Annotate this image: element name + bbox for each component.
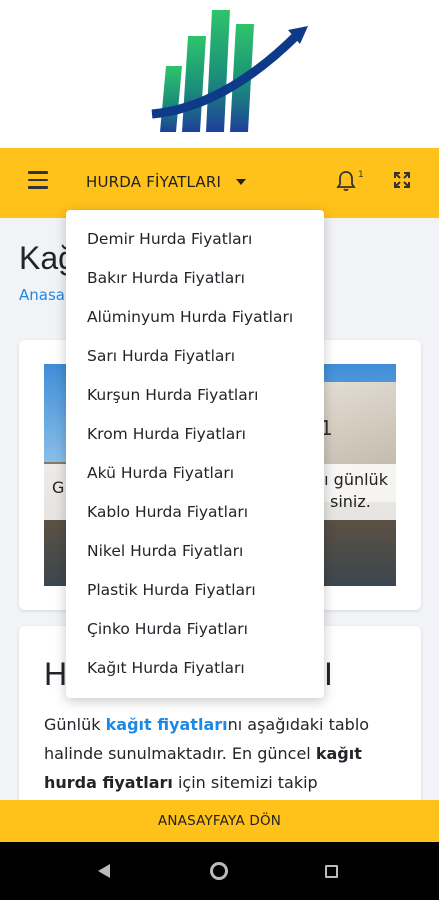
dropdown-item-krom[interactable]: Krom Hurda Fiyatları <box>87 425 246 443</box>
dropdown-item-kursun[interactable]: Kurşun Hurda Fiyatları <box>87 386 258 404</box>
article-heading-end: I <box>324 656 333 692</box>
expand-icon[interactable] <box>393 171 411 189</box>
site-logo <box>151 10 308 132</box>
article-heading-start: H <box>44 656 68 692</box>
article-paragraph: Günlük kağıt fiyatlarını aşağıdaki tablo… <box>44 715 370 792</box>
dropdown-item-kablo[interactable]: Kablo Hurda Fiyatları <box>87 503 248 521</box>
dropdown-item-aluminyum[interactable]: Alüminyum Hurda Fiyatları <box>87 308 293 326</box>
dropdown-item-demir[interactable]: Demir Hurda Fiyatları <box>87 230 252 248</box>
home-button[interactable]: ANASAYFAYA DÖN <box>158 813 281 829</box>
notification-badge: 1 <box>358 170 364 180</box>
logo-area <box>0 0 439 148</box>
caret-down-icon[interactable] <box>236 179 246 185</box>
banner-text-right-line1: nı günlük <box>314 470 388 489</box>
banner-text-right-line2: siniz. <box>330 492 371 511</box>
dropdown-item-sari[interactable]: Sarı Hurda Fiyatları <box>87 347 235 365</box>
hurda-fiyatlari-dropdown: Demir Hurda Fiyatları Bakır Hurda Fiyatl… <box>66 210 324 698</box>
dropdown-item-aku[interactable]: Akü Hurda Fiyatları <box>87 464 234 482</box>
bell-icon[interactable] <box>336 170 356 192</box>
banner-text-left: G <box>52 478 65 497</box>
home-icon[interactable] <box>210 862 228 880</box>
top-navbar: HURDA FİYATLARI 1 <box>0 148 439 218</box>
kagit-fiyatlari-link[interactable]: kağıt fiyatları <box>106 715 228 734</box>
system-navigation-bar <box>0 842 439 900</box>
dropdown-item-cinko[interactable]: Çinko Hurda Fiyatları <box>87 620 248 638</box>
breadcrumb-home-link[interactable]: Anasa <box>19 286 65 304</box>
dropdown-item-nikel[interactable]: Nikel Hurda Fiyatları <box>87 542 243 560</box>
menu-icon[interactable] <box>28 171 48 189</box>
dropdown-item-bakir[interactable]: Bakır Hurda Fiyatları <box>87 269 245 287</box>
nav-dropdown-toggle[interactable]: HURDA FİYATLARI <box>86 173 221 191</box>
back-icon[interactable] <box>98 864 110 878</box>
bottom-home-bar: ANASAYFAYA DÖN <box>0 800 439 842</box>
dropdown-item-kagit[interactable]: Kağıt Hurda Fiyatları <box>87 659 245 677</box>
dropdown-item-plastik[interactable]: Plastik Hurda Fiyatları <box>87 581 256 599</box>
recent-apps-icon[interactable] <box>325 865 338 878</box>
